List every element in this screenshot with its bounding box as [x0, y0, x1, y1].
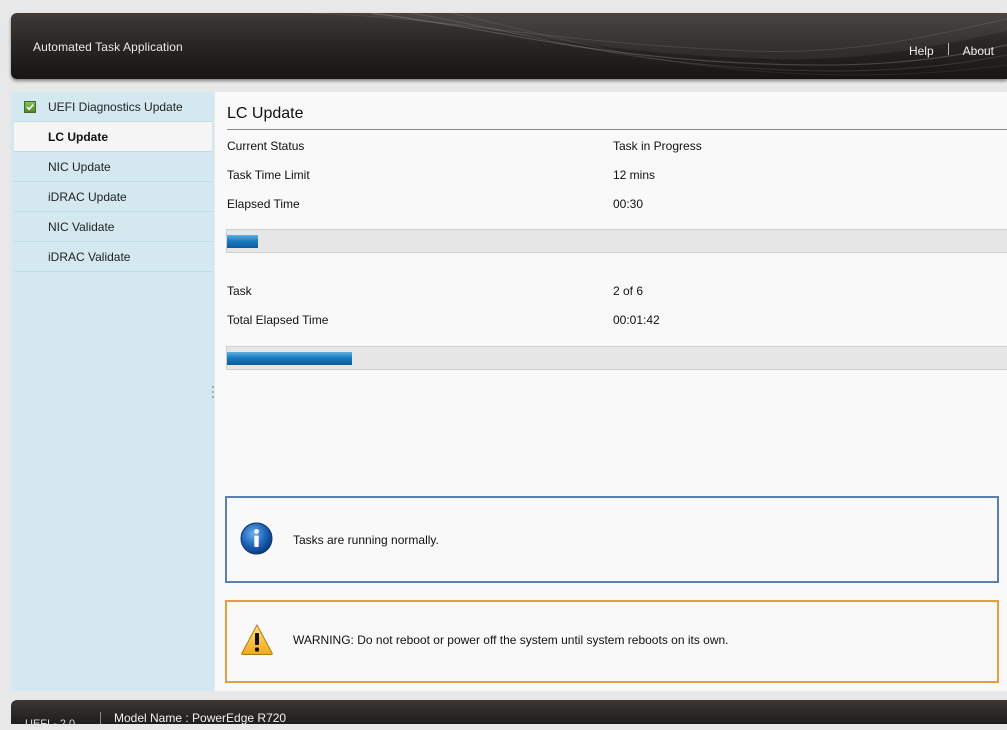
time-limit-label: Task Time Limit: [227, 168, 310, 182]
sidebar-item-label: iDRAC Update: [48, 189, 127, 204]
header-link-divider: [947, 43, 949, 55]
main-panel: LC Update Current Status Task in Progres…: [215, 92, 1007, 691]
title-divider: [227, 129, 1007, 130]
sidebar-item-uefi-diagnostics-update[interactable]: UEFI Diagnostics Update: [14, 92, 212, 122]
sidebar-item-label: LC Update: [48, 129, 108, 144]
current-status-value: Task in Progress: [613, 139, 702, 153]
total-elapsed-value: 00:01:42: [613, 313, 660, 327]
overall-progress-bar: [226, 346, 1007, 370]
app-title: Automated Task Application: [33, 40, 183, 54]
task-progress-bar: [226, 229, 1007, 253]
time-limit-value: 12 mins: [613, 168, 656, 182]
task-value: 2 of 6: [613, 284, 644, 298]
task-progress-fill: [227, 235, 258, 248]
sidebar-item-label: iDRAC Validate: [48, 249, 131, 264]
task-sidebar: UEFI Diagnostics Update LC Update NIC Up…: [11, 92, 214, 691]
splitter-handle[interactable]: [212, 386, 214, 398]
overall-progress-fill: [227, 352, 352, 365]
check-icon: [24, 101, 36, 113]
sidebar-item-nic-update[interactable]: NIC Update: [14, 152, 212, 182]
sidebar-item-idrac-validate[interactable]: iDRAC Validate: [14, 242, 212, 272]
info-icon: [240, 522, 273, 555]
about-link[interactable]: About: [963, 44, 994, 58]
warning-message-text: WARNING: Do not reboot or power off the …: [293, 633, 729, 647]
page-title: LC Update: [227, 105, 304, 122]
warning-message-box: WARNING: Do not reboot or power off the …: [225, 600, 999, 683]
info-message-text: Tasks are running normally.: [293, 533, 439, 547]
sidebar-item-label: NIC Update: [48, 159, 111, 174]
total-elapsed-label: Total Elapsed Time: [227, 313, 329, 327]
info-message-box: Tasks are running normally.: [225, 496, 999, 583]
elapsed-time-value: 00:30: [613, 197, 644, 211]
elapsed-time-label: Elapsed Time: [227, 197, 300, 211]
sidebar-item-lc-update[interactable]: LC Update: [14, 122, 212, 152]
header-links: Help About: [909, 43, 1007, 59]
sidebar-item-idrac-update[interactable]: iDRAC Update: [14, 182, 212, 212]
sidebar-item-nic-validate[interactable]: NIC Validate: [14, 212, 212, 242]
sidebar-item-label: NIC Validate: [48, 219, 115, 234]
app-header: Automated Task Application Help About: [11, 13, 1007, 79]
sidebar-item-label: UEFI Diagnostics Update: [48, 99, 183, 114]
status-footer: UEFI - 2.0 Model Name : PowerEdge R720: [11, 700, 1007, 730]
task-label: Task: [227, 284, 252, 298]
current-status-label: Current Status: [227, 139, 305, 153]
footer-version-text: UEFI - 2.0: [25, 718, 76, 730]
warning-icon: [241, 623, 273, 655]
help-link[interactable]: Help: [909, 44, 934, 58]
footer-divider: [100, 712, 101, 724]
model-name: Model Name : PowerEdge R720: [114, 711, 287, 725]
